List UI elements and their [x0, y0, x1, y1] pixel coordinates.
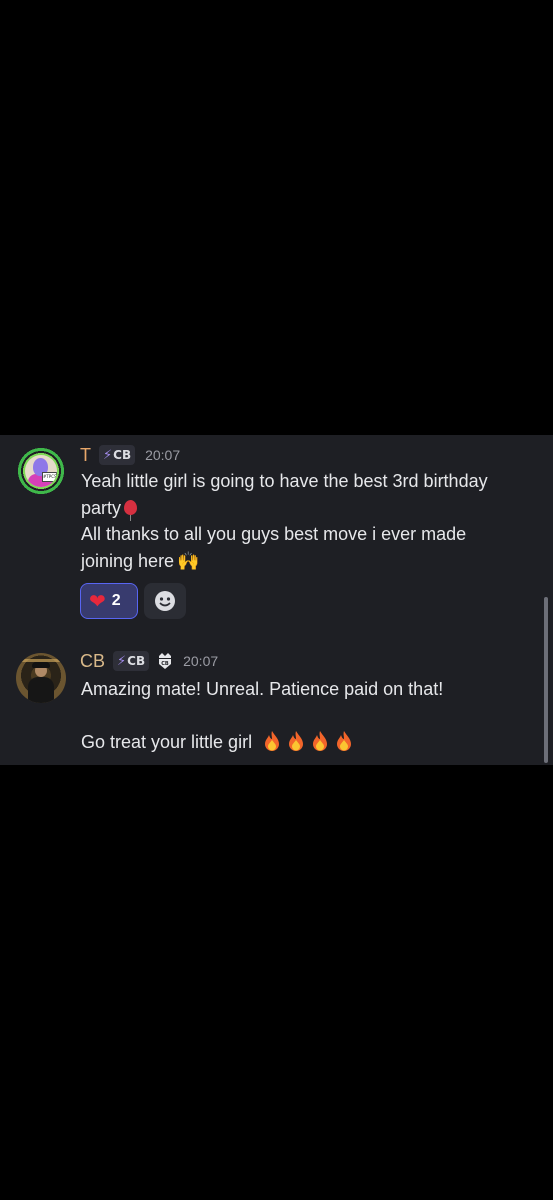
- server-tag-label: CB: [127, 654, 146, 668]
- timestamp: 20:07: [145, 447, 181, 463]
- server-tag[interactable]: ⚡ CB: [113, 651, 150, 671]
- message-line-with-emoji: joining here 🙌: [81, 548, 536, 575]
- message-content: Amazing mate! Unreal. Patience paid on t…: [81, 676, 536, 756]
- avatar-image: #TPCS: [25, 455, 57, 487]
- heart-reaction-button[interactable]: ❤ 2: [80, 583, 138, 619]
- balloon-emoji-icon: [124, 499, 138, 521]
- message-line: Yeah little girl is going to have the be…: [81, 471, 488, 491]
- bolt-icon: ⚡: [103, 447, 113, 463]
- crown-shield-icon: CB: [159, 653, 172, 669]
- scrollbar[interactable]: [544, 597, 548, 763]
- message-header: T ⚡ CB 20:07: [80, 443, 180, 467]
- message-content: Yeah little girl is going to have the be…: [81, 468, 536, 574]
- username[interactable]: CB: [80, 651, 105, 672]
- smiley-icon: [155, 591, 175, 611]
- message-line-with-emoji: Go treat your little girl: [81, 729, 536, 756]
- message-line-text: Go treat your little girl: [81, 732, 253, 752]
- message-line-text: joining here: [81, 550, 175, 571]
- fire-emoji-icon: [313, 731, 328, 751]
- message-line: All thanks to all you guys best move i e…: [81, 524, 467, 544]
- avatar-sign: #TPCS: [42, 472, 57, 482]
- fire-emoji-icon: [265, 731, 280, 751]
- avatar-person-hat: [32, 662, 50, 668]
- message-header: CB ⚡ CB CB 20:07: [80, 649, 218, 673]
- message-line-text: party: [81, 497, 122, 518]
- fire-emoji-icon: [337, 731, 352, 751]
- svg-text:CB: CB: [161, 661, 169, 667]
- fire-emoji-icon: [289, 731, 304, 751]
- message-line: Amazing mate! Unreal. Patience paid on t…: [81, 679, 444, 699]
- bolt-icon: ⚡: [117, 653, 127, 669]
- username[interactable]: T: [80, 445, 91, 466]
- message-line-with-emoji: party: [81, 495, 536, 522]
- raising-hands-emoji-icon: 🙌: [177, 550, 200, 571]
- reactions-bar: ❤ 2: [80, 583, 186, 619]
- reaction-count: 2: [111, 592, 121, 609]
- chat-panel: #TPCS T ⚡ CB 20:07 Yeah little girl is g…: [0, 435, 553, 765]
- timestamp: 20:07: [183, 653, 219, 669]
- server-tag-label: CB: [113, 448, 132, 462]
- avatar-person-body: [28, 677, 54, 703]
- avatar[interactable]: [16, 653, 66, 703]
- server-tag[interactable]: ⚡ CB: [99, 445, 136, 465]
- avatar[interactable]: #TPCS: [16, 446, 66, 496]
- add-reaction-button[interactable]: [144, 583, 186, 619]
- heart-icon: ❤: [89, 589, 106, 613]
